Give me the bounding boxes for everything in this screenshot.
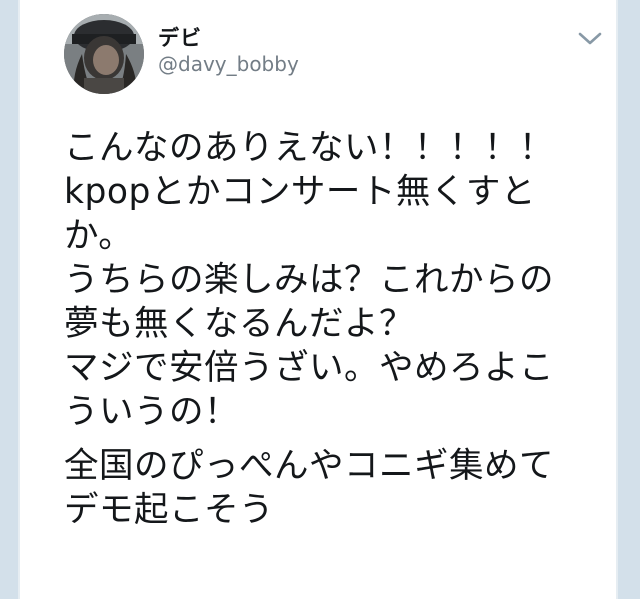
tweet-header: デビ @davy_bobby [64, 14, 604, 98]
tweet-line: デモ起こそう [64, 490, 274, 530]
screenshot-frame: デビ @davy_bobby こんなのありえない！！！！！ kpopとかコンサー… [0, 0, 640, 599]
chevron-down-icon[interactable] [576, 28, 604, 48]
tweet-line: うちらの楽しみは？これからの [64, 260, 554, 300]
tweet-line: こんなのありえない！！！！！ [64, 128, 554, 168]
tweet-line: か。 [64, 216, 134, 256]
tweet-line: マジで安倍うざい。やめろよこ [64, 348, 554, 388]
profile-photo-icon [64, 14, 144, 94]
tweet-text: こんなのありえない！！！！！ kpopとかコンサート無くすと か。 うちらの楽し… [64, 126, 594, 532]
author-handle[interactable]: @davy_bobby [158, 52, 299, 76]
author-display-name[interactable]: デビ [158, 22, 202, 52]
tweet-line: 全国のぴっぺんやコニギ集めて [64, 446, 554, 486]
tweet-line: kpopとかコンサート無くすと [64, 172, 536, 212]
tweet-line: ういうの！ [64, 392, 239, 432]
tweet-card: デビ @davy_bobby こんなのありえない！！！！！ kpopとかコンサー… [18, 0, 618, 599]
tweet-line: 夢も無くなるんだよ？ [64, 304, 414, 344]
avatar[interactable] [64, 14, 144, 94]
